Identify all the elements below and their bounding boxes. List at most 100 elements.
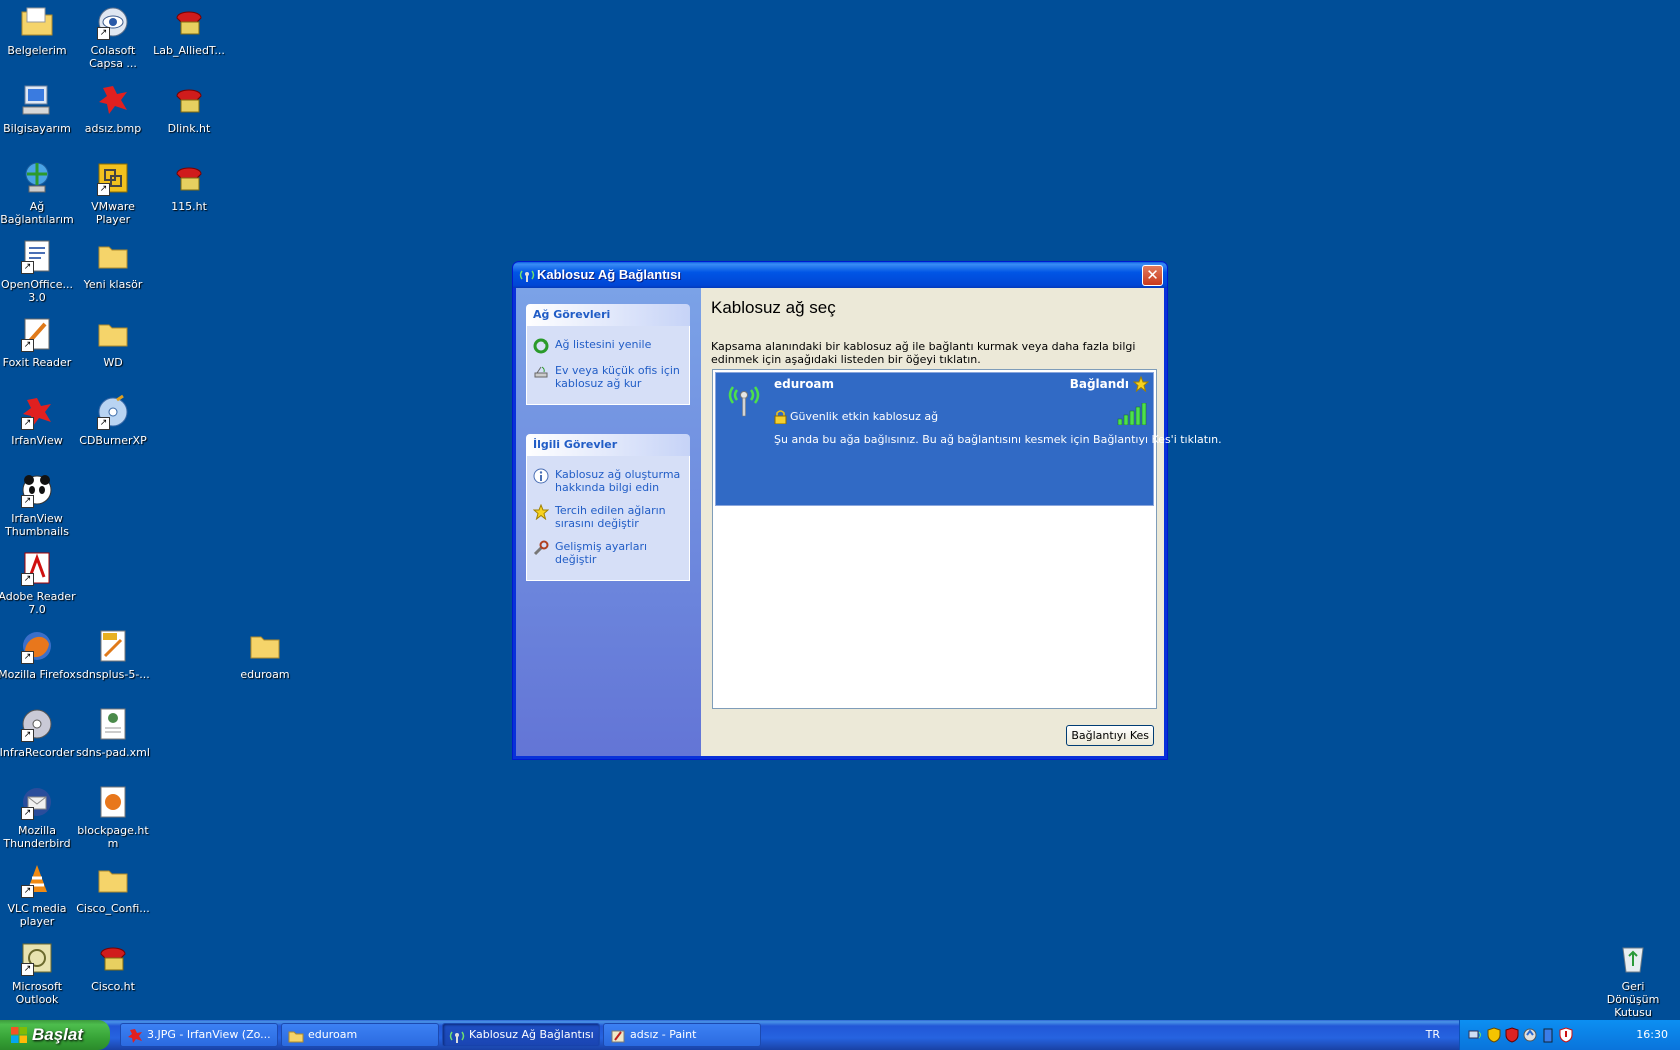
network-list[interactable]: eduroam Bağlandı Güvenlik etkin kablosuz… (712, 369, 1222, 709)
desktop-icon-label: WD (103, 356, 123, 369)
desktop-icon-recycle-bin[interactable]: Geri Dönüşüm Kutusu (1594, 938, 1672, 1019)
desktop-icon-label: VLC media player (7, 902, 67, 928)
shield-tray-icon[interactable] (1486, 1027, 1502, 1043)
clock[interactable]: 16:30 (1636, 1020, 1668, 1050)
network-security: Güvenlik etkin kablosuz ağ (774, 409, 938, 424)
close-button[interactable]: ✕ (1142, 265, 1163, 286)
desktop-icon-vlc[interactable]: ↗ VLC media player (0, 860, 76, 928)
desktop-icon-dlink-ht[interactable]: Dlink.ht (150, 80, 228, 135)
wireless-antenna-icon (519, 270, 535, 282)
task-change-preferred-order[interactable]: Tercih edilen ağların sırasını değiştir (532, 503, 683, 530)
desktop-icon-wd[interactable]: WD (74, 314, 152, 369)
desktop-icon-yeni-klasor[interactable]: Yeni klasör (74, 236, 152, 291)
start-button[interactable]: Başlat (0, 1020, 110, 1050)
task-setup-home-network[interactable]: Ev veya küçük ofis için kablosuz ağ kur (533, 364, 683, 390)
desktop-icon-cisco-confi[interactable]: Cisco_Confi... (74, 860, 152, 915)
desktop-icon-label: InfraRecorder (0, 746, 75, 759)
task-label: Kablosuz ağ oluşturma hakkında bilgi edi… (555, 468, 681, 494)
signal-bar (1117, 418, 1123, 425)
start-label: Başlat (32, 1025, 84, 1044)
taskbar-button-eduroam[interactable]: eduroam (281, 1023, 439, 1047)
disconnect-button[interactable]: Bağlantıyı Kes (1066, 725, 1154, 746)
antivirus-tray-icon[interactable] (1522, 1027, 1538, 1043)
battery-tray-icon[interactable] (1540, 1027, 1556, 1043)
pdf-file-icon (100, 630, 126, 662)
desktop-icon-colasoft-capsa[interactable]: ↗ Colasoft Capsa ... (74, 2, 152, 70)
desktop-icon-label: Bilgisayarım (3, 122, 71, 135)
desktop-icon-adobe-reader[interactable]: ↗ Adobe Reader 7.0 (0, 548, 76, 616)
window-titlebar[interactable]: Kablosuz Ağ Bağlantısı ✕ (513, 262, 1167, 288)
network-tasks-title[interactable]: Ağ Görevleri (526, 304, 690, 326)
desktop-icon-ag-baglantilarim[interactable]: Ağ Bağlantılarım (0, 158, 76, 226)
desktop-icon-mozilla-firefox[interactable]: ↗ Mozilla Firefox (0, 626, 76, 681)
taskbar-button-label: Kablosuz Ağ Bağlantısı (469, 1028, 594, 1041)
network-security-label: Güvenlik etkin kablosuz ağ (790, 410, 939, 423)
desktop-icon-adsiz-bmp[interactable]: adsız.bmp (74, 80, 152, 135)
taskbar-button-irfanview[interactable]: 3.JPG - IrfanView (Zo... (120, 1023, 278, 1047)
desktop-icon-mozilla-thunderbird[interactable]: ↗ Mozilla Thunderbird (0, 782, 76, 850)
hyperterminal-icon (100, 947, 126, 971)
desktop-icon-irfanview[interactable]: ↗ IrfanView (0, 392, 76, 447)
desktop-icon-label: Mozilla Firefox (0, 668, 76, 681)
desktop-icon-irfanview-thumbnails[interactable]: ↗ IrfanView Thumbnails (0, 470, 76, 538)
network-list-item[interactable]: eduroam Bağlandı Güvenlik etkin kablosuz… (715, 372, 1222, 506)
desktop-icon-belgelerim[interactable]: Belgelerim (0, 2, 76, 57)
desktop-icon-115-ht[interactable]: 115.ht (150, 158, 228, 213)
desktop-icon-cdburnerxp[interactable]: ↗ CDBurnerXP (74, 392, 152, 447)
signal-bar (1129, 410, 1135, 425)
paint-icon (611, 1030, 625, 1043)
wireless-antenna-icon (449, 1031, 465, 1043)
desktop-icon-foxit-reader[interactable]: ↗ Foxit Reader (0, 314, 76, 369)
folder-icon (98, 246, 128, 269)
desktop-icon-sdns-pad-xml[interactable]: sdns-pad.xml (74, 704, 152, 759)
network-info-text: Şu anda bu ağa bağlısınız. Bu ağ bağlant… (774, 433, 1222, 446)
taskbar-button-wireless[interactable]: Kablosuz Ağ Bağlantısı (442, 1023, 600, 1047)
desktop-icon-label: Belgelerim (7, 44, 67, 57)
desktop-icon-label: VMware Player (91, 200, 135, 226)
signal-bar (1123, 414, 1129, 425)
desktop-icon-cisco-ht[interactable]: Cisco.ht (74, 938, 152, 993)
taskbar-button-paint[interactable]: adsız - Paint (603, 1023, 761, 1047)
taskbar-button-label: eduroam (308, 1028, 358, 1041)
network-tray-icon[interactable] (1468, 1027, 1484, 1043)
folder-icon (98, 870, 128, 893)
desktop-icon-label: Mozilla Thunderbird (3, 824, 71, 850)
desktop-icon-microsoft-outlook[interactable]: ↗ Microsoft Outlook (0, 938, 76, 1006)
hyperterminal-icon (176, 11, 202, 35)
hyperterminal-icon (176, 89, 202, 113)
desktop-icon-sdnsplus[interactable]: sdnsplus-5-... (74, 626, 152, 681)
taskbar-button-label: 3.JPG - IrfanView (Zo... (147, 1028, 271, 1041)
signal-strength-icon (1117, 403, 1147, 425)
desktop-icon-label: Lab_AlliedT... (153, 44, 225, 57)
computer-icon (22, 85, 50, 115)
related-tasks-title[interactable]: İlgili Görevler (526, 434, 690, 456)
desktop-icon-label: IrfanView (11, 434, 63, 447)
desktop-icon-label: Dlink.ht (167, 122, 211, 135)
desktop-icon-eduroam-folder[interactable]: eduroam (226, 626, 304, 681)
desktop-icon-label: 115.ht (171, 200, 207, 213)
signal-bar (1135, 406, 1141, 425)
desktop-icon-blockpage-htm[interactable]: blockpage.htm (74, 782, 152, 850)
update-tray-icon[interactable] (1558, 1027, 1574, 1043)
language-indicator[interactable]: TR (1426, 1020, 1440, 1050)
desktop-icon-bilgisayarim[interactable]: Bilgisayarım (0, 80, 76, 135)
windows-logo-icon (11, 1027, 27, 1043)
desktop-icon-label: CDBurnerXP (79, 434, 147, 447)
desktop-icon-infrarecorder[interactable]: ↗ InfraRecorder (0, 704, 76, 759)
irfanview-image-icon (99, 86, 127, 114)
task-refresh-network-list[interactable]: Ağ listesini yenile (533, 338, 683, 354)
task-advanced-settings[interactable]: Gelişmiş ayarları değiştir (533, 540, 683, 566)
desktop-icon-lab-alliedt[interactable]: Lab_AlliedT... (150, 2, 228, 57)
network-globe-icon (25, 162, 49, 193)
instructions-text: Kapsama alanındaki bir kablosuz ağ ile b… (711, 340, 1136, 366)
folder-icon (250, 636, 280, 659)
desktop-icon-label: sdns-pad.xml (76, 746, 150, 759)
related-tasks-box: İlgili Görevler Kablosuz ağ oluşturma ha… (526, 434, 690, 581)
refresh-icon (533, 338, 549, 354)
desktop-icon-vmware-player[interactable]: ↗ VMware Player (74, 158, 152, 226)
info-icon (533, 468, 549, 484)
task-learn-wireless[interactable]: Kablosuz ağ oluşturma hakkında bilgi edi… (533, 468, 683, 494)
desktop-icon-openoffice[interactable]: ↗ OpenOffice... 3.0 (0, 236, 76, 304)
recycle-bin-icon (1622, 947, 1644, 973)
security-tray-icon[interactable] (1504, 1027, 1520, 1043)
